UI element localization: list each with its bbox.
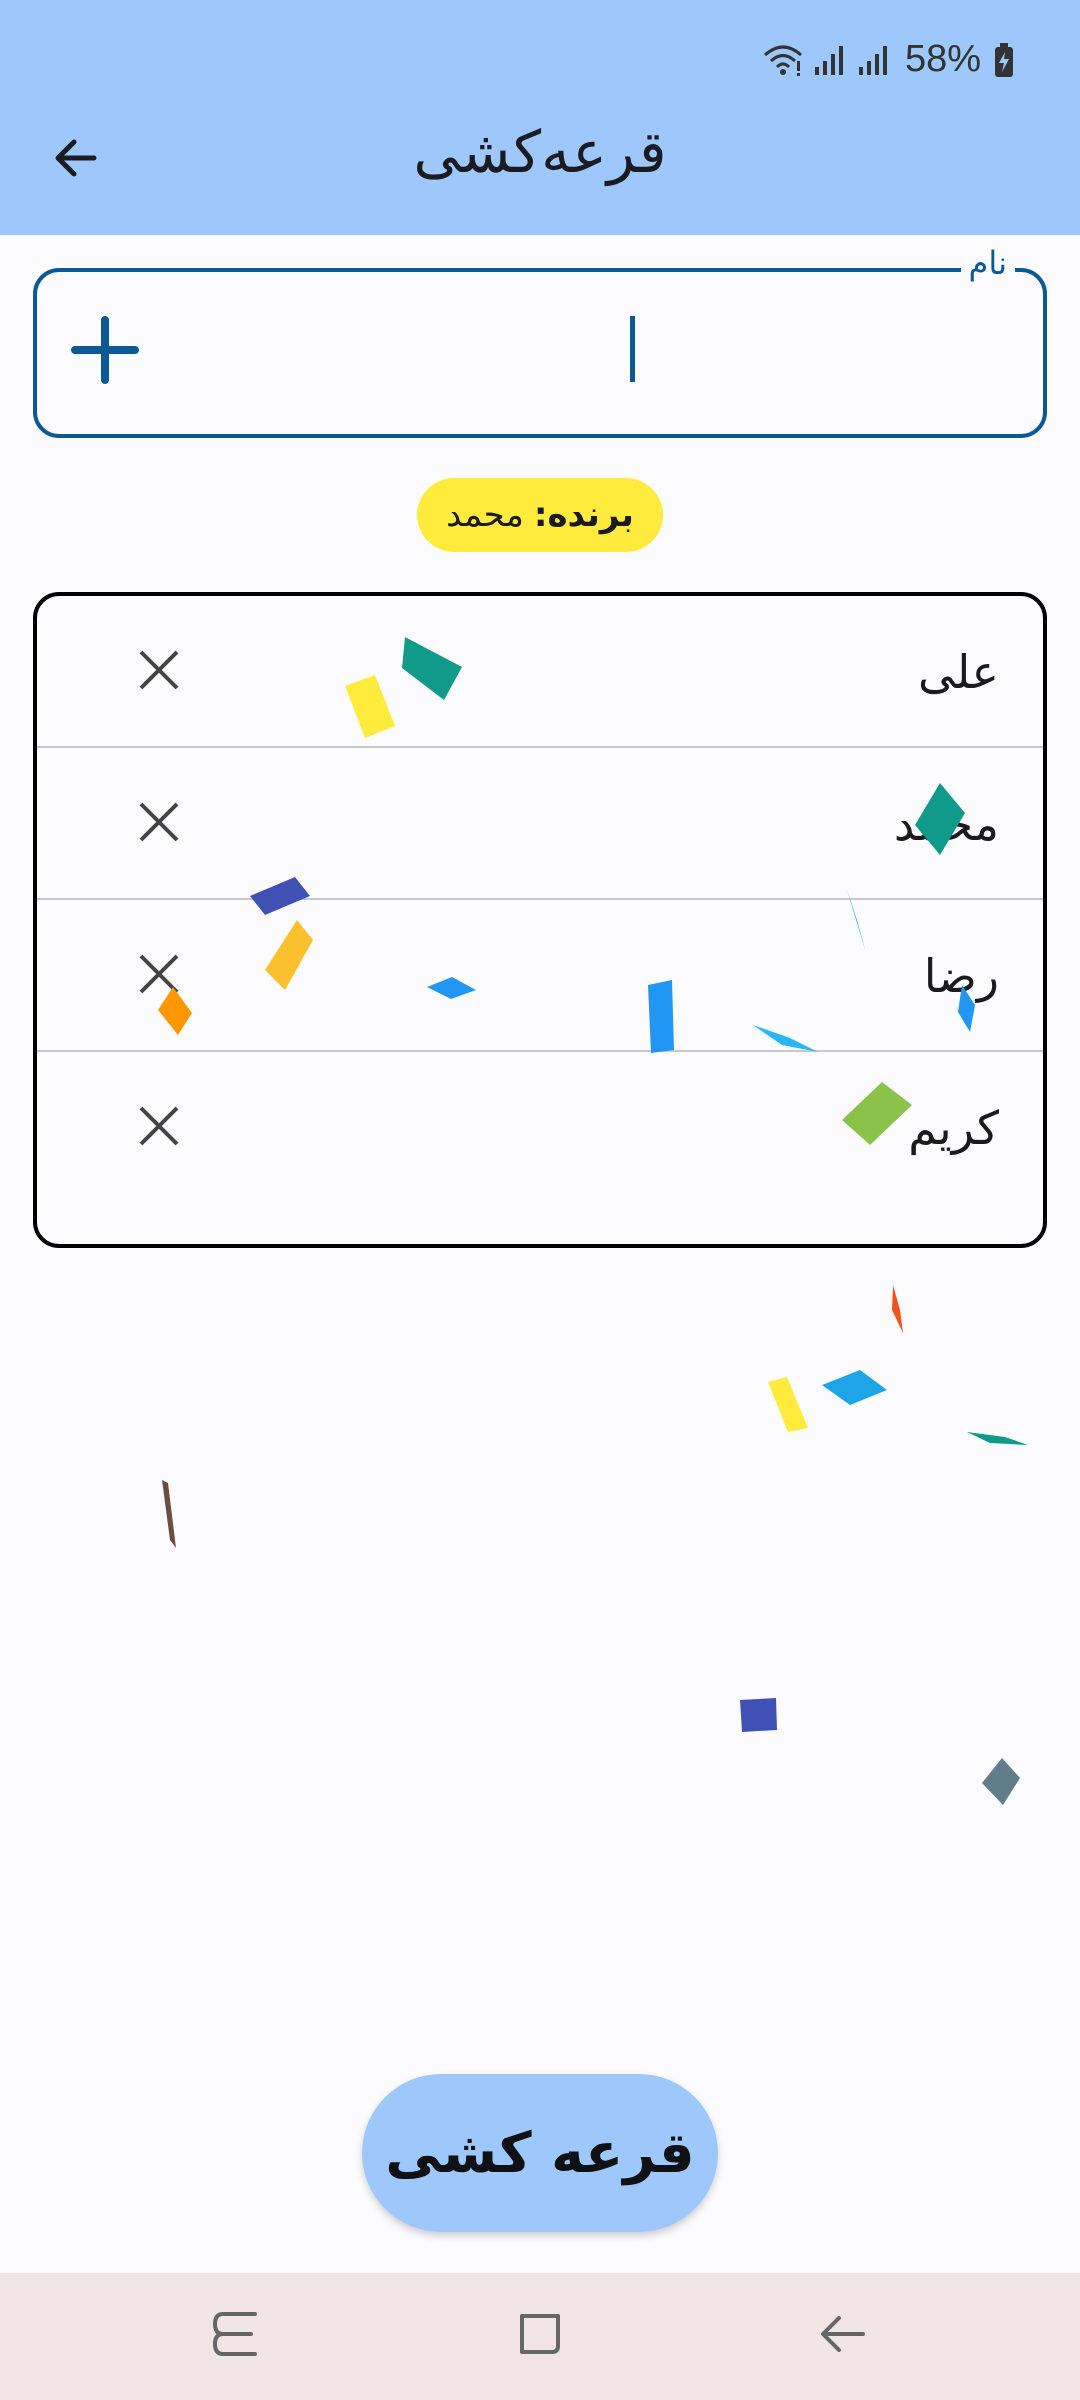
confetti-piece bbox=[982, 1758, 1020, 1805]
recent-apps-icon bbox=[211, 2308, 263, 2364]
winner-name: محمد bbox=[446, 495, 524, 535]
battery-charging-icon bbox=[993, 42, 1015, 78]
remove-button[interactable] bbox=[129, 1098, 189, 1158]
confetti-piece bbox=[740, 1698, 777, 1732]
app-header: 58% قرعه‌کشی bbox=[0, 0, 1080, 235]
text-caret bbox=[630, 316, 635, 382]
remove-button[interactable] bbox=[129, 946, 189, 1006]
winner-label: برنده: bbox=[533, 495, 634, 535]
list-item: کریم bbox=[37, 1052, 1043, 1204]
name-field-label: نام bbox=[960, 244, 1015, 282]
list-item: رضا bbox=[37, 900, 1043, 1052]
system-nav-bar bbox=[0, 2273, 1080, 2400]
signal-icon bbox=[857, 43, 891, 77]
status-icons: 58% bbox=[763, 38, 1015, 81]
signal-icon bbox=[813, 43, 847, 77]
page-title: قرعه‌کشی bbox=[413, 118, 667, 186]
confetti-piece bbox=[967, 1432, 1028, 1445]
list-item: محمد bbox=[37, 748, 1043, 900]
home-button[interactable] bbox=[505, 2301, 575, 2371]
wifi-icon bbox=[763, 43, 803, 77]
participant-name: کریم bbox=[908, 1101, 999, 1155]
system-back-button[interactable] bbox=[808, 2301, 878, 2371]
confetti-piece bbox=[768, 1377, 808, 1432]
close-icon bbox=[137, 800, 181, 848]
winner-badge: برنده: محمد bbox=[417, 478, 663, 552]
recent-apps-button[interactable] bbox=[202, 2301, 272, 2371]
status-bar: 58% bbox=[0, 0, 1080, 120]
remove-button[interactable] bbox=[129, 642, 189, 702]
confetti-piece bbox=[892, 1285, 903, 1333]
draw-button[interactable]: قرعه کشی bbox=[362, 2074, 718, 2232]
close-icon bbox=[137, 952, 181, 1000]
back-icon bbox=[817, 2308, 869, 2364]
remove-button[interactable] bbox=[129, 794, 189, 854]
participant-name: محمد bbox=[893, 797, 999, 851]
close-icon bbox=[137, 648, 181, 696]
home-icon bbox=[514, 2308, 566, 2364]
participant-name: رضا bbox=[923, 949, 999, 1003]
plus-icon bbox=[71, 316, 139, 388]
name-field[interactable]: نام bbox=[33, 244, 1047, 438]
confetti-piece bbox=[162, 1480, 176, 1548]
list-item: علی bbox=[37, 596, 1043, 748]
name-input[interactable] bbox=[157, 312, 1003, 392]
battery-percent: 58% bbox=[904, 38, 981, 80]
add-name-button[interactable] bbox=[65, 312, 145, 392]
confetti-piece bbox=[822, 1370, 887, 1405]
participants-list: علی محمد رضا کریم bbox=[33, 592, 1047, 1248]
participant-name: علی bbox=[917, 645, 999, 699]
close-icon bbox=[137, 1104, 181, 1152]
